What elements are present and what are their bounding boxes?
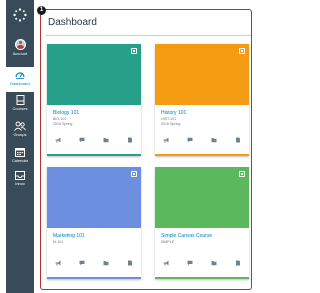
card-color-bar (47, 277, 141, 279)
card-options-icon[interactable] (131, 48, 137, 54)
global-nav: Account Dashboard Courses Groups Calenda… (6, 0, 34, 293)
discussions-icon[interactable] (79, 260, 85, 266)
announcements-icon[interactable] (55, 260, 61, 266)
course-card-history-101[interactable]: History 101 HIST-101 2016 Spring (155, 44, 249, 156)
card-hero[interactable] (155, 44, 249, 105)
card-color-bar (47, 154, 141, 156)
course-name-link[interactable]: Biology 101 (53, 110, 79, 116)
canvas-logo-icon[interactable] (13, 8, 27, 22)
card-hero[interactable] (155, 167, 249, 228)
nav-item-label: Calendar (11, 158, 29, 163)
nav-item-label: Account (12, 51, 28, 56)
files-icon[interactable] (211, 137, 217, 143)
card-action-icons (55, 260, 133, 266)
course-code: SIMPLE (161, 240, 175, 244)
announcements-icon[interactable] (163, 260, 169, 266)
nav-item-account[interactable]: Account (6, 39, 34, 63)
assignments-icon[interactable] (235, 260, 241, 266)
nav-item-dashboard[interactable]: Dashboard (6, 67, 34, 92)
nav-item-groups[interactable]: Groups (6, 121, 34, 141)
calendar-icon (15, 148, 25, 157)
course-code: BIO-101 (53, 117, 67, 121)
nav-item-label: Inbox (15, 181, 25, 186)
title-divider (46, 35, 251, 36)
nav-item-label: Dashboard (10, 81, 30, 86)
course-name-link[interactable]: Simple Canvas Course (161, 233, 212, 239)
card-color-bar (155, 154, 249, 156)
assignments-icon[interactable] (235, 137, 241, 143)
course-card-biology-101[interactable]: Biology 101 BIO-101 2016 Spring (47, 44, 141, 156)
card-options-icon[interactable] (239, 48, 245, 54)
nav-item-label: Groups (13, 132, 27, 137)
nav-item-label: Courses (12, 106, 28, 111)
files-icon[interactable] (211, 260, 217, 266)
card-color-bar (155, 277, 249, 279)
inbox-icon (15, 171, 25, 180)
card-hero[interactable] (47, 44, 141, 105)
card-action-icons (55, 137, 133, 143)
nav-item-calendar[interactable]: Calendar (6, 147, 34, 167)
groups-icon (14, 121, 26, 131)
course-code: M-101 (53, 240, 64, 244)
discussions-icon[interactable] (79, 137, 85, 143)
card-action-icons (163, 260, 241, 266)
assignments-icon[interactable] (127, 260, 133, 266)
files-icon[interactable] (103, 260, 109, 266)
dashboard-icon (15, 72, 25, 79)
nav-item-inbox[interactable]: Inbox (6, 171, 34, 191)
card-hero[interactable] (47, 167, 141, 228)
card-options-icon[interactable] (131, 171, 137, 177)
step-marker: 1 (37, 6, 46, 15)
dashboard-highlight-frame: Dashboard Biology 101 BIO-101 2016 Sprin… (40, 9, 252, 290)
course-term: 2016 Spring (161, 122, 181, 126)
assignments-icon[interactable] (127, 137, 133, 143)
course-name-link[interactable]: Marketing 101 (53, 233, 85, 239)
avatar (14, 39, 26, 50)
course-card-simple-canvas-course[interactable]: Simple Canvas Course SIMPLE (155, 167, 249, 279)
nav-item-courses[interactable]: Courses (6, 95, 34, 115)
discussions-icon[interactable] (187, 137, 193, 143)
page-title: Dashboard (48, 17, 97, 28)
course-card-marketing-101[interactable]: Marketing 101 M-101 (47, 167, 141, 279)
card-action-icons (163, 137, 241, 143)
course-name-link[interactable]: History 101 (161, 110, 186, 116)
card-options-icon[interactable] (239, 171, 245, 177)
announcements-icon[interactable] (163, 137, 169, 143)
files-icon[interactable] (103, 137, 109, 143)
courses-icon (16, 95, 24, 105)
course-term: 2016 Spring (53, 122, 73, 126)
announcements-icon[interactable] (55, 137, 61, 143)
course-code: HIST-101 (161, 117, 177, 121)
discussions-icon[interactable] (187, 260, 193, 266)
